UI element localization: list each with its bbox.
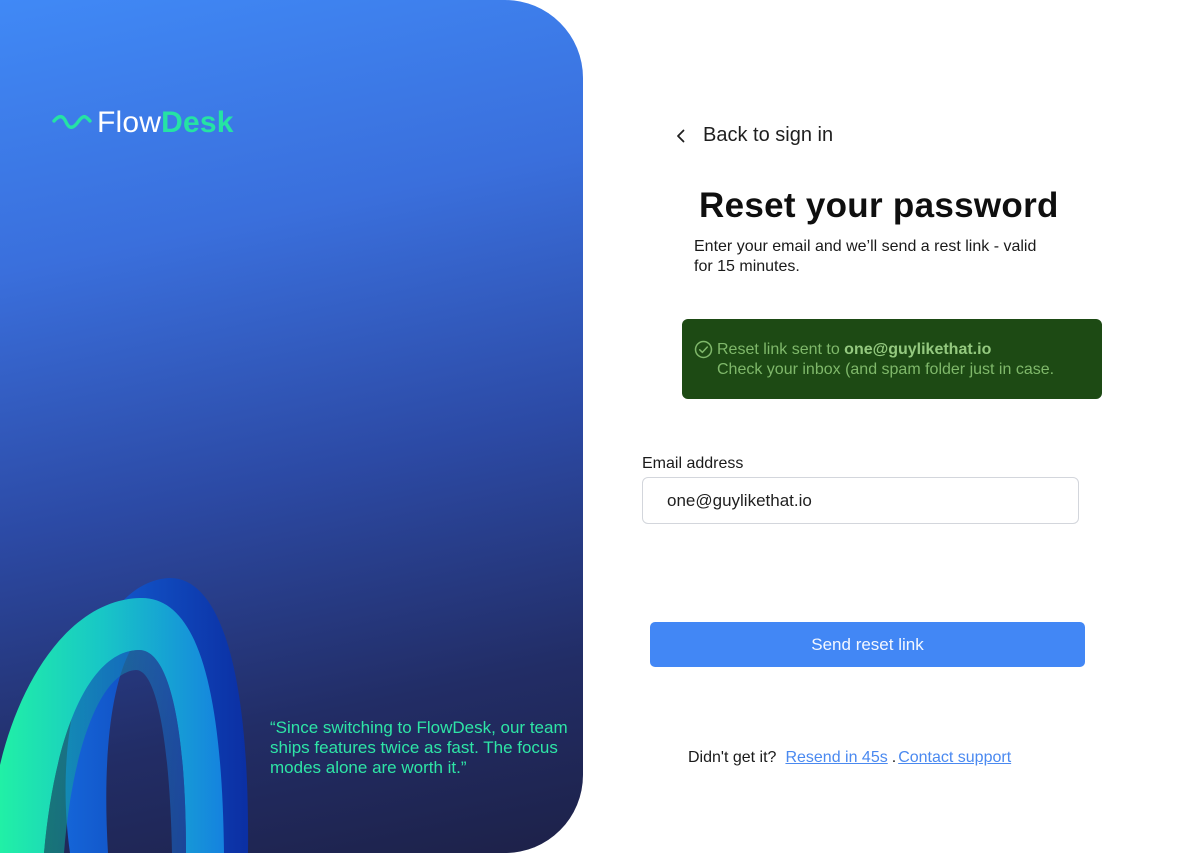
check-circle-icon [694,340,713,359]
resend-link[interactable]: Resend in 45s [785,749,887,766]
footer-help: Didn't get it? Resend in 45s. Contact supp… [688,748,1011,768]
page-title: Reset your password [699,186,1059,225]
brand-name: FlowDesk [97,106,234,140]
brand-name-desk: Desk [161,106,234,139]
decorative-arch-graphic [0,578,249,853]
alert-prefix: Reset link sent to [717,341,845,358]
alert-detail: Check your inbox (and spam folder just i… [717,361,1055,378]
back-to-signin-link[interactable]: Back to sign in [672,124,833,147]
brand-logo: FlowDesk [52,106,234,140]
reset-password-page: FlowDesk “Since switching to FlowDesk, o… [0,0,1200,853]
footer-separator: . [891,749,897,766]
email-field[interactable] [642,477,1079,524]
page-subtitle: Enter your email and we’ll send a rest l… [694,238,1037,275]
testimonial-quote: “Since switching to FlowDesk, our team s… [270,718,568,777]
chevron-left-icon [677,129,685,142]
brand-name-flow: Flow [97,106,162,139]
back-to-signin-label: Back to sign in [703,124,834,146]
email-label: Email address [642,455,744,472]
alert-message: Reset link sent to one@guylikethat.io [717,340,991,360]
hero-panel: FlowDesk “Since switching to FlowDesk, o… [0,0,583,853]
contact-support-link[interactable]: Contact support [898,749,1011,766]
success-alert: Reset link sent to one@guylikethat.io Ch… [682,319,1102,399]
alert-email: one@guylikethat.io [844,341,992,358]
footer-prompt: Didn't get it? [688,749,777,766]
send-reset-link-button[interactable]: Send reset link [650,622,1085,667]
wave-icon [52,114,92,129]
